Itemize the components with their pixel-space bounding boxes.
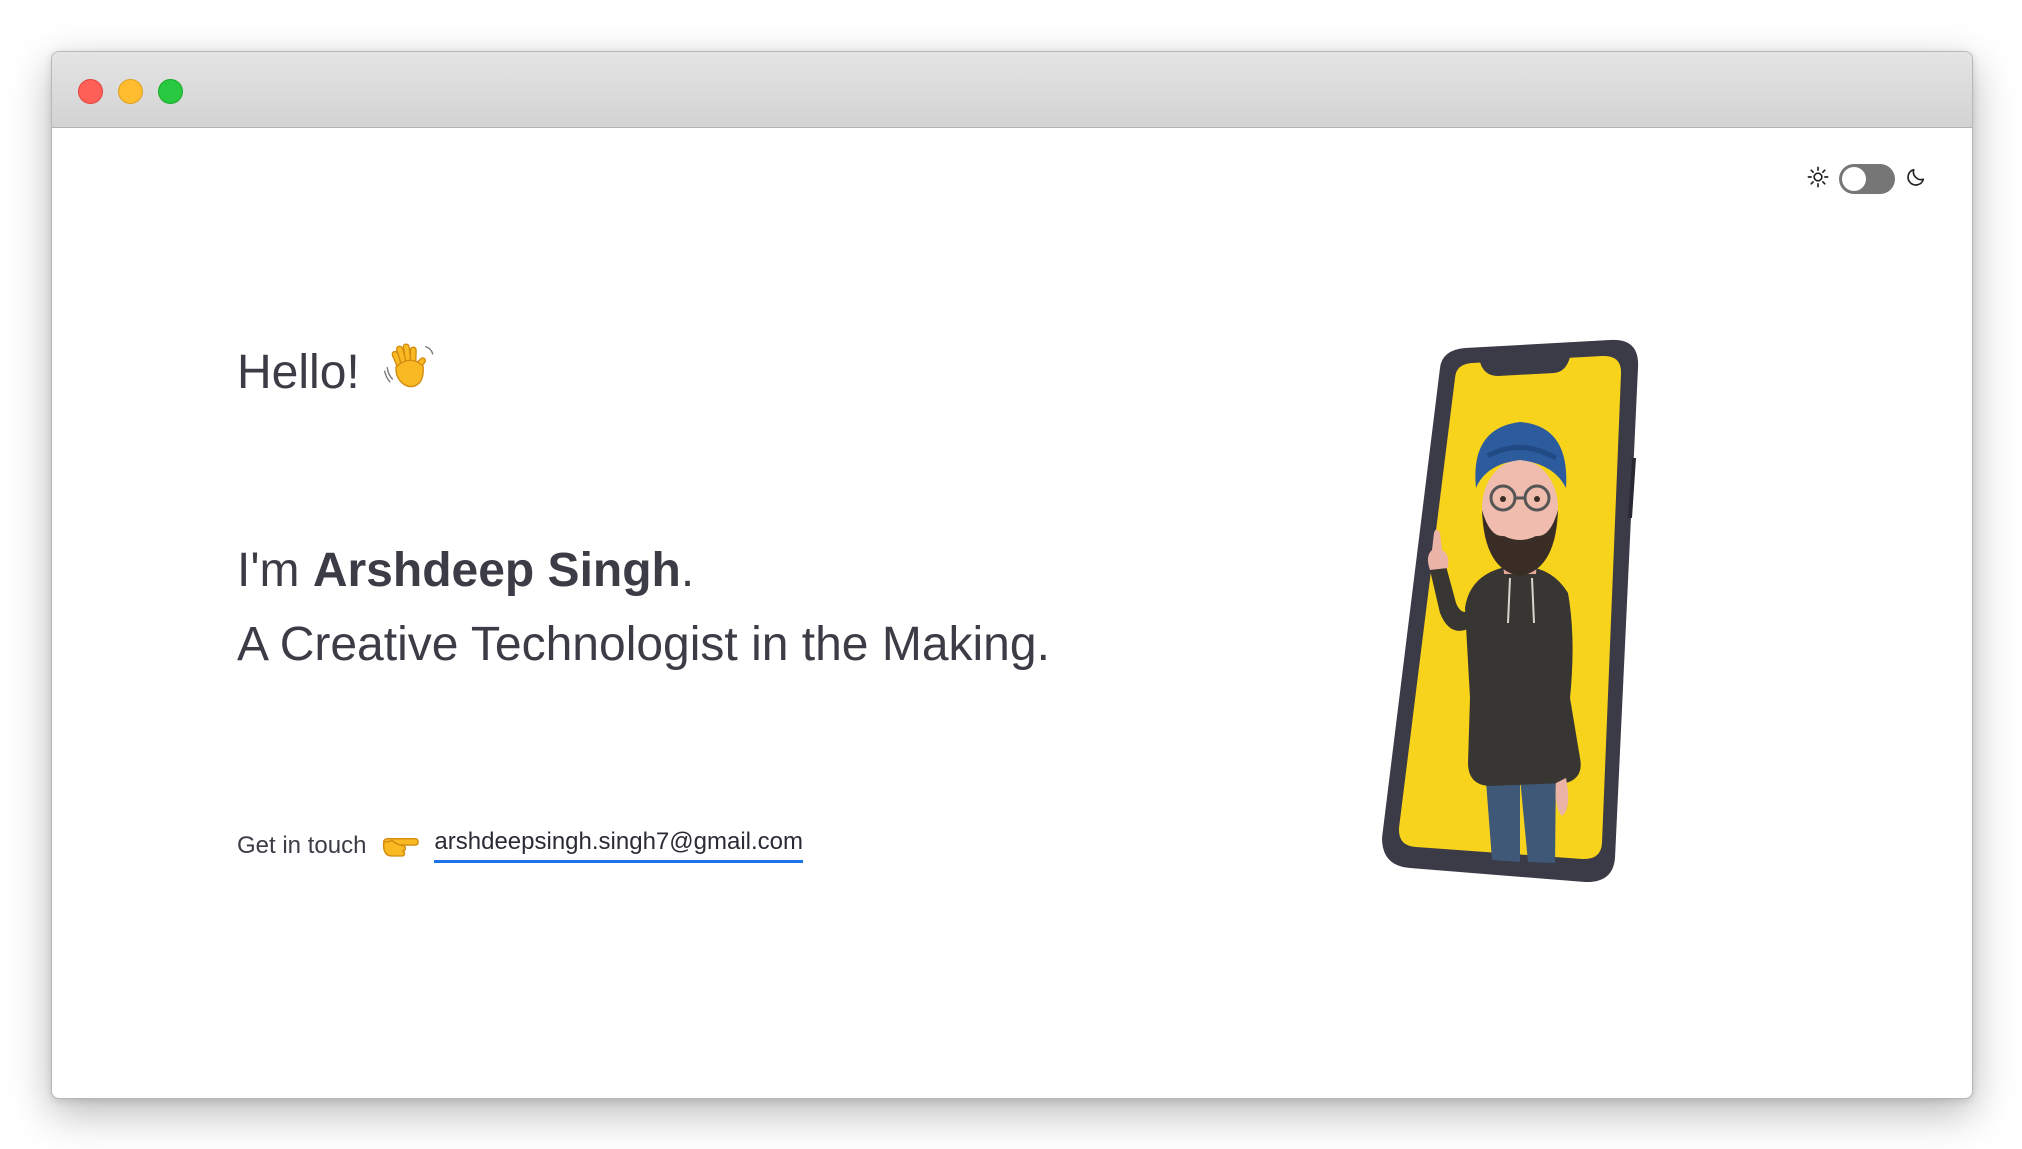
close-window-button[interactable]: [78, 79, 103, 104]
dark-mode-switch[interactable]: [1839, 164, 1895, 194]
page-content: Hello! I'm Arshdeep Singh. A Creative Te…: [52, 128, 1972, 1098]
intro-prefix: I'm: [237, 544, 313, 597]
tagline: A Creative Technologist in the Making.: [237, 618, 1050, 671]
stage: Hello! I'm Arshdeep Singh. A Creative Te…: [0, 0, 2022, 1149]
window-titlebar: [52, 52, 1972, 128]
moon-icon: [1905, 166, 1927, 193]
contact-label: Get in touch: [237, 831, 367, 859]
contact-row: Get in touch arshdeepsingh.singh7@gmail.…: [237, 828, 803, 863]
browser-window: Hello! I'm Arshdeep Singh. A Creative Te…: [51, 51, 1973, 1099]
email-link[interactable]: arshdeepsingh.singh7@gmail.com: [434, 828, 803, 863]
minimize-window-button[interactable]: [118, 79, 143, 104]
intro-line: I'm Arshdeep Singh.: [237, 534, 1050, 608]
intro-block: I'm Arshdeep Singh. A Creative Technolog…: [237, 534, 1050, 682]
phone-avatar-illustration: [1370, 338, 1660, 898]
theme-toggle: [1807, 164, 1927, 194]
switch-knob: [1842, 167, 1866, 191]
pointing-hand-icon: [380, 831, 420, 861]
greeting: Hello!: [237, 338, 438, 406]
intro-suffix: .: [680, 544, 695, 597]
waving-hand-icon: [382, 338, 438, 406]
sun-icon: [1807, 166, 1829, 193]
person-name: Arshdeep Singh: [312, 544, 681, 597]
maximize-window-button[interactable]: [158, 79, 183, 104]
greeting-text: Hello!: [237, 345, 360, 399]
